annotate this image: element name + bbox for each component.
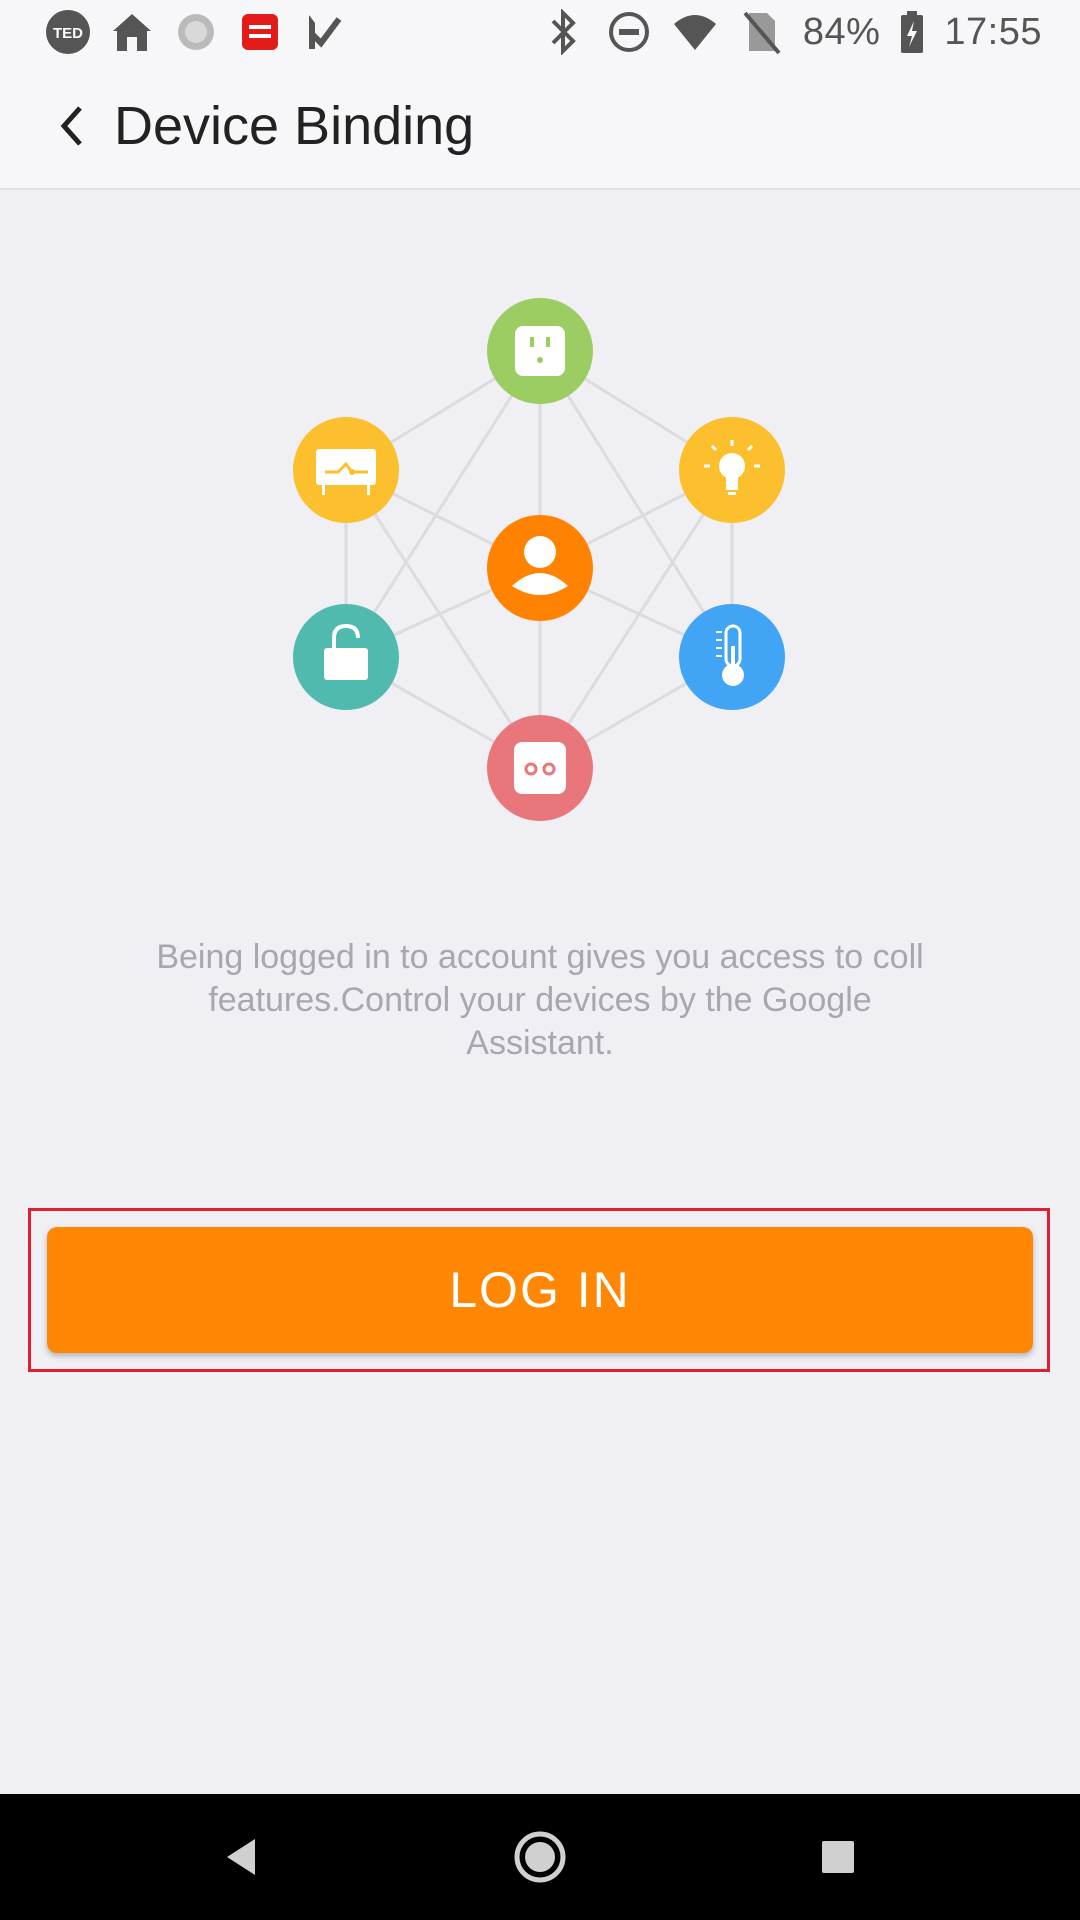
socket-icon [487,298,593,404]
no-sim-icon [737,8,785,56]
back-button[interactable] [40,94,104,158]
recents-nav-icon[interactable] [803,1822,873,1892]
home-nav-icon[interactable] [505,1822,575,1892]
battery-percent: 84% [802,10,881,53]
page-title: Device Binding [114,96,475,156]
switch-icon [293,417,399,523]
outlet-icon [487,715,593,821]
battery-charging-icon [898,8,926,56]
svg-text:TED: TED [53,25,83,42]
smart-home-illustration [0,188,1080,868]
bluetooth-icon [539,8,587,56]
notification-icons: TED [44,8,348,56]
ted-icon: TED [44,8,92,56]
person-icon [487,515,593,621]
light-bulb-icon [679,417,785,523]
wifi-icon [671,8,719,56]
home-icon [108,8,156,56]
thermometer-icon [679,604,785,710]
system-status-icons: 84% 17:55 [539,8,1042,56]
do-not-disturb-icon [605,8,653,56]
clock: 17:55 [944,10,1042,53]
back-nav-icon[interactable] [206,1822,276,1892]
status-bar: TED 84% 17:55 [0,0,1080,64]
login-description: Being logged in to account gives you acc… [156,938,924,1062]
navigation-bar [0,1794,1080,1920]
loading-icon [172,8,220,56]
chevron-left-icon [60,106,82,146]
check-icon [300,8,348,56]
login-button[interactable]: LOG IN [47,1227,1033,1353]
lock-icon [293,604,399,710]
app-bar: Device Binding [0,64,1080,190]
youdao-icon [236,8,284,56]
